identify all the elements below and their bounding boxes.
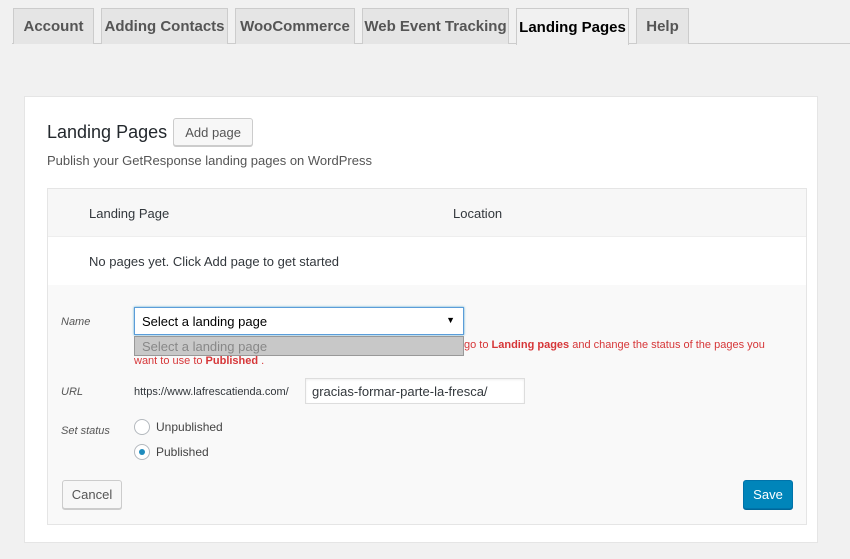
- status-option-unpublished[interactable]: Unpublished: [134, 419, 223, 435]
- notice-text-4: .: [258, 355, 265, 367]
- empty-table-row: No pages yet. Click Add page to get star…: [48, 237, 806, 285]
- notice-text-3: want to use to: [134, 355, 206, 367]
- settings-tabs: Account Adding Contacts WooCommerce Web …: [0, 0, 850, 45]
- cancel-button[interactable]: Cancel: [62, 480, 122, 509]
- page-subtitle: Publish your GetResponse landing pages o…: [47, 153, 372, 168]
- title-row: Landing Pages Add page: [47, 117, 254, 147]
- column-header-landing-page: Landing Page: [89, 206, 170, 221]
- landing-pages-card: Landing Pages Add page Publish your GetR…: [24, 96, 818, 543]
- url-slug-input[interactable]: [305, 378, 525, 404]
- published-radio[interactable]: [134, 444, 150, 460]
- status-option-published[interactable]: Published: [134, 444, 209, 460]
- landing-pages-link[interactable]: Landing pages: [492, 339, 570, 351]
- published-link: Published: [205, 355, 259, 367]
- notice-text-1: go to: [464, 339, 492, 351]
- notice-text-2: and change the status of the pages you: [569, 339, 765, 351]
- dropdown-option[interactable]: Select a landing page: [134, 336, 464, 356]
- tab-woocommerce[interactable]: WooCommerce: [235, 8, 355, 44]
- tab-adding-contacts[interactable]: Adding Contacts: [101, 8, 228, 44]
- tab-landing-pages[interactable]: Landing Pages: [516, 8, 629, 45]
- url-prefix: https://www.lafrescatienda.com/: [134, 386, 289, 398]
- tab-account[interactable]: Account: [13, 8, 94, 44]
- tab-web-event-tracking[interactable]: Web Event Tracking: [362, 8, 509, 44]
- status-notice-line2: want to use to Published .: [134, 355, 264, 367]
- save-button[interactable]: Save: [743, 480, 793, 509]
- published-label: Published: [156, 445, 209, 459]
- landing-page-panel: Landing Page Location No pages yet. Clic…: [47, 188, 807, 525]
- set-status-label: Set status: [61, 425, 110, 437]
- unpublished-label: Unpublished: [156, 420, 223, 434]
- page-title: Landing Pages: [47, 121, 168, 142]
- tab-help[interactable]: Help: [636, 8, 689, 44]
- unpublished-radio[interactable]: [134, 419, 150, 435]
- table-header: Landing Page Location: [48, 189, 806, 237]
- empty-message: No pages yet. Click Add page to get star…: [89, 254, 340, 269]
- dropdown-arrow-icon: ▼: [446, 315, 455, 325]
- column-header-location: Location: [453, 206, 503, 221]
- url-label: URL: [61, 386, 84, 398]
- add-page-button[interactable]: Add page: [173, 118, 254, 146]
- select-value: Select a landing page: [142, 313, 268, 329]
- name-label: Name: [61, 316, 91, 328]
- landing-page-select[interactable]: Select a landing page ▼: [134, 307, 464, 335]
- status-notice-line1: go to Landing pages and change the statu…: [464, 339, 765, 351]
